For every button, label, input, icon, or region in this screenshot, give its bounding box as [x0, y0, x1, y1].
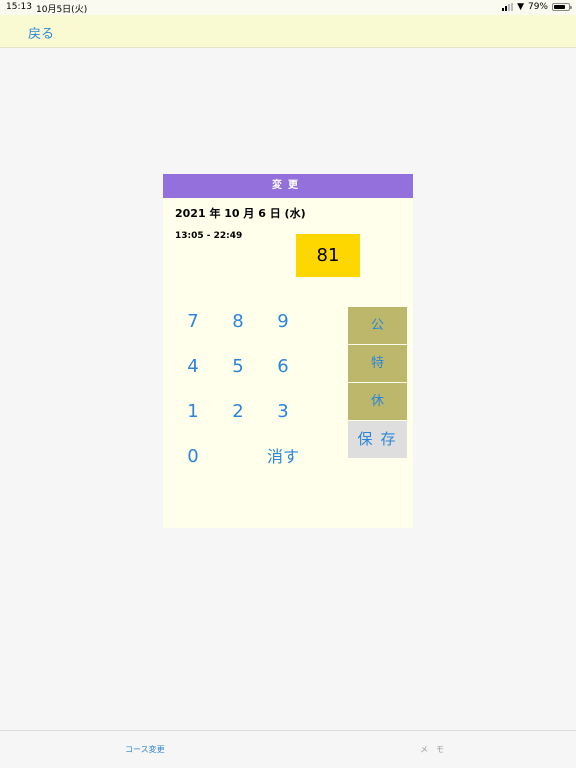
battery-icon	[552, 3, 572, 11]
key-6[interactable]: 6	[265, 353, 301, 381]
key-1[interactable]: 1	[175, 398, 211, 426]
value-display: 81	[296, 234, 360, 277]
tab-course-change[interactable]: コース変更	[125, 744, 165, 755]
status-bar: 15:13 10月5日(火) ▼ 79%	[0, 0, 576, 15]
key-8[interactable]: 8	[220, 308, 256, 336]
back-button[interactable]: 戻る	[28, 23, 54, 42]
dialog-time-range: 13:05 - 22:49	[175, 231, 243, 241]
key-0[interactable]: 0	[175, 443, 211, 471]
key-3[interactable]: 3	[265, 398, 301, 426]
tab-bar: コース変更 メモ	[0, 730, 576, 768]
key-7[interactable]: 7	[175, 308, 211, 336]
nav-bar: 戻る	[0, 15, 576, 48]
special-button[interactable]: 特	[348, 345, 407, 382]
tab-memo[interactable]: メモ	[420, 744, 452, 755]
edit-dialog: 変更 2021 年 10 月 6 日 (水) 13:05 - 22:49 81 …	[163, 174, 413, 528]
rest-button[interactable]: 休	[348, 383, 407, 420]
dialog-title: 変更	[163, 174, 413, 198]
status-date: 10月5日(火)	[36, 5, 88, 15]
status-indicators: ▼ 79%	[502, 1, 572, 12]
cellular-signal-icon	[502, 3, 514, 11]
clear-button[interactable]: 消す	[258, 443, 308, 471]
public-holiday-button[interactable]: 公	[348, 307, 407, 344]
battery-percent: 79%	[527, 2, 548, 12]
key-5[interactable]: 5	[220, 353, 256, 381]
status-time: 15:13	[6, 2, 32, 12]
key-4[interactable]: 4	[175, 353, 211, 381]
key-9[interactable]: 9	[265, 308, 301, 336]
dialog-date: 2021 年 10 月 6 日 (水)	[175, 207, 306, 220]
save-button[interactable]: 保存	[348, 421, 407, 458]
wifi-icon: ▼	[517, 1, 524, 12]
key-2[interactable]: 2	[220, 398, 256, 426]
